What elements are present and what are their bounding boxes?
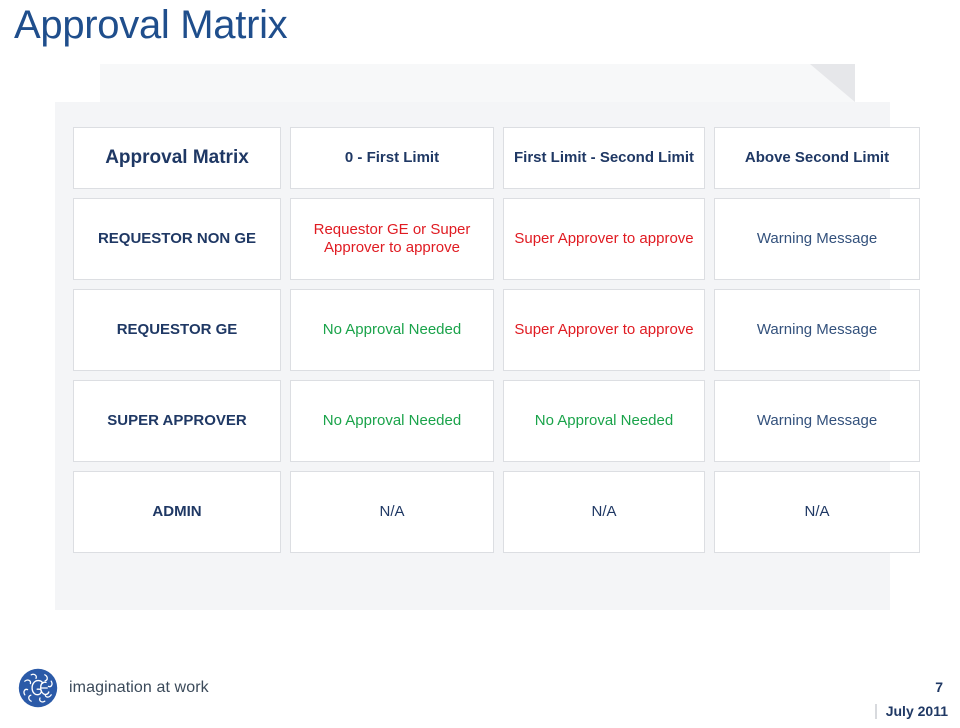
matrix-row: REQUESTOR NON GE Requestor GE or Super Ap…	[73, 198, 920, 280]
date-divider	[874, 703, 877, 719]
matrix-row: REQUESTOR GE No Approval Needed Super Appr…	[73, 289, 920, 371]
footer-branding: imagination at work	[18, 668, 209, 708]
ge-monogram-logo-icon	[18, 668, 58, 708]
matrix-row-label: REQUESTOR GE	[73, 289, 281, 371]
brand-tagline: imagination at work	[69, 679, 209, 696]
matrix-cell: Warning Message	[714, 198, 920, 280]
matrix-row-label: ADMIN	[73, 471, 281, 553]
page-title: Approval Matrix	[14, 3, 288, 47]
matrix-cell: N/A	[290, 471, 494, 553]
matrix-row: ADMIN N/A N/A N/A	[73, 471, 920, 553]
matrix-row-label: REQUESTOR NON GE	[73, 198, 281, 280]
matrix-cell: Warning Message	[714, 289, 920, 371]
matrix-corner-header: Approval Matrix	[73, 127, 281, 189]
approval-matrix-table: Approval Matrix 0 - First Limit First Limi…	[64, 118, 929, 562]
slab-top-strip	[100, 64, 855, 102]
matrix-cell: Super Approver to approve	[503, 289, 705, 371]
page-number: 7	[935, 679, 943, 695]
matrix-column-header-1: 0 - First Limit	[290, 127, 494, 189]
matrix-row: SUPER APPROVER No Approval Needed No Appro…	[73, 380, 920, 462]
matrix-cell: No Approval Needed	[290, 289, 494, 371]
footer-date-group: July 2011	[874, 703, 948, 719]
matrix-row-label: SUPER APPROVER	[73, 380, 281, 462]
matrix-cell: No Approval Needed	[290, 380, 494, 462]
matrix-column-header-3: Above Second Limit	[714, 127, 920, 189]
matrix-header-row: Approval Matrix 0 - First Limit First Limi…	[73, 127, 920, 189]
matrix-column-header-2: First Limit - Second Limit	[503, 127, 705, 189]
matrix-cell: Super Approver to approve	[503, 198, 705, 280]
matrix-cell: No Approval Needed	[503, 380, 705, 462]
matrix-cell: N/A	[714, 471, 920, 553]
matrix-cell: N/A	[503, 471, 705, 553]
matrix-cell: Warning Message	[714, 380, 920, 462]
slab-bevel-corner	[810, 64, 855, 102]
footer-date: July 2011	[885, 703, 948, 719]
matrix-cell: Requestor GE or Super Approver to approv…	[290, 198, 494, 280]
